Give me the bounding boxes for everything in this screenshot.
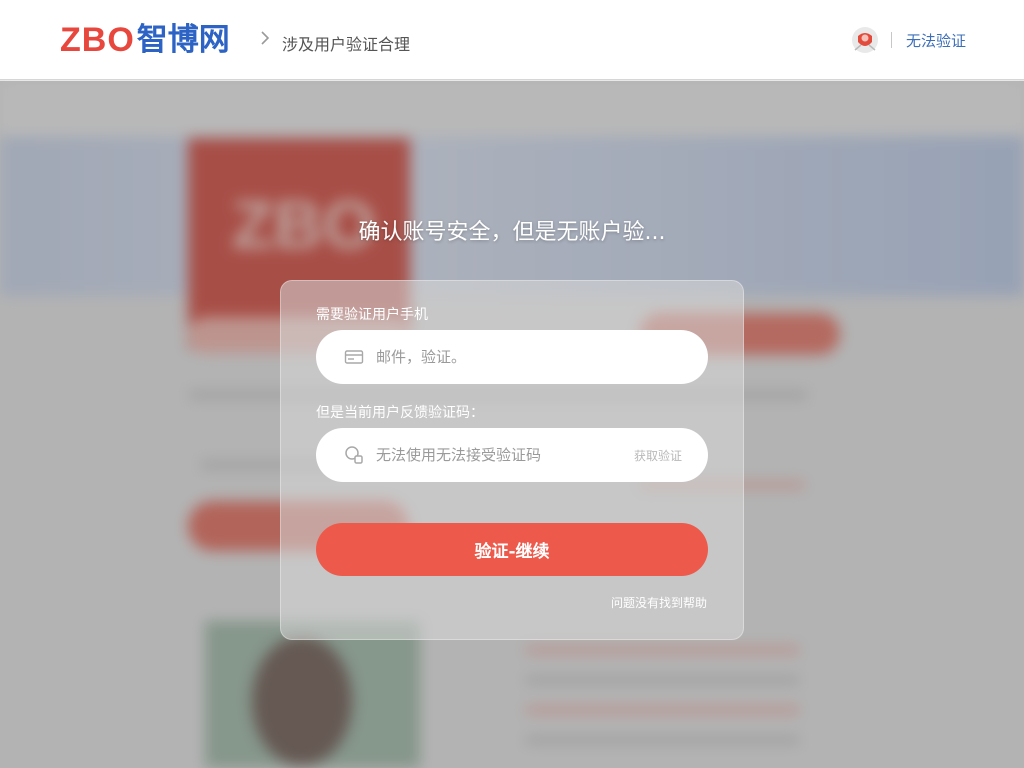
code-input[interactable] [376,446,634,464]
dialog-title: 确认账号安全，但是无账户验... [358,220,666,245]
chevron-right-icon [260,30,270,50]
top-header: ZBO 智博网 涉及用户验证合理 无法验证 [0,0,1024,80]
code-field-label: 但是当前用户反馈验证码： [316,405,484,421]
logo-latin: ZBO [60,21,135,59]
code-input-box[interactable]: 获取验证 [316,428,708,482]
header-divider [890,32,892,48]
site-logo[interactable]: ZBO 智博网 [60,20,230,60]
phone-field-label: 需要验证用户手机 [316,307,428,323]
phone-input-box[interactable] [316,330,708,384]
send-code-link[interactable]: 获取验证 [634,447,682,464]
breadcrumb: 涉及用户验证合理 [282,35,411,54]
help-link[interactable]: 问题没有找到帮助 [611,594,707,611]
verify-continue-button[interactable]: 验证-继续 [316,523,708,576]
card-icon [344,347,364,367]
phone-input[interactable] [376,348,708,366]
cannot-verify-link[interactable]: 无法验证 [906,30,966,51]
logo-chinese: 智博网 [136,22,230,58]
user-avatar-icon[interactable] [851,26,879,54]
key-icon [344,445,364,465]
header-right: 无法验证 [851,26,966,54]
